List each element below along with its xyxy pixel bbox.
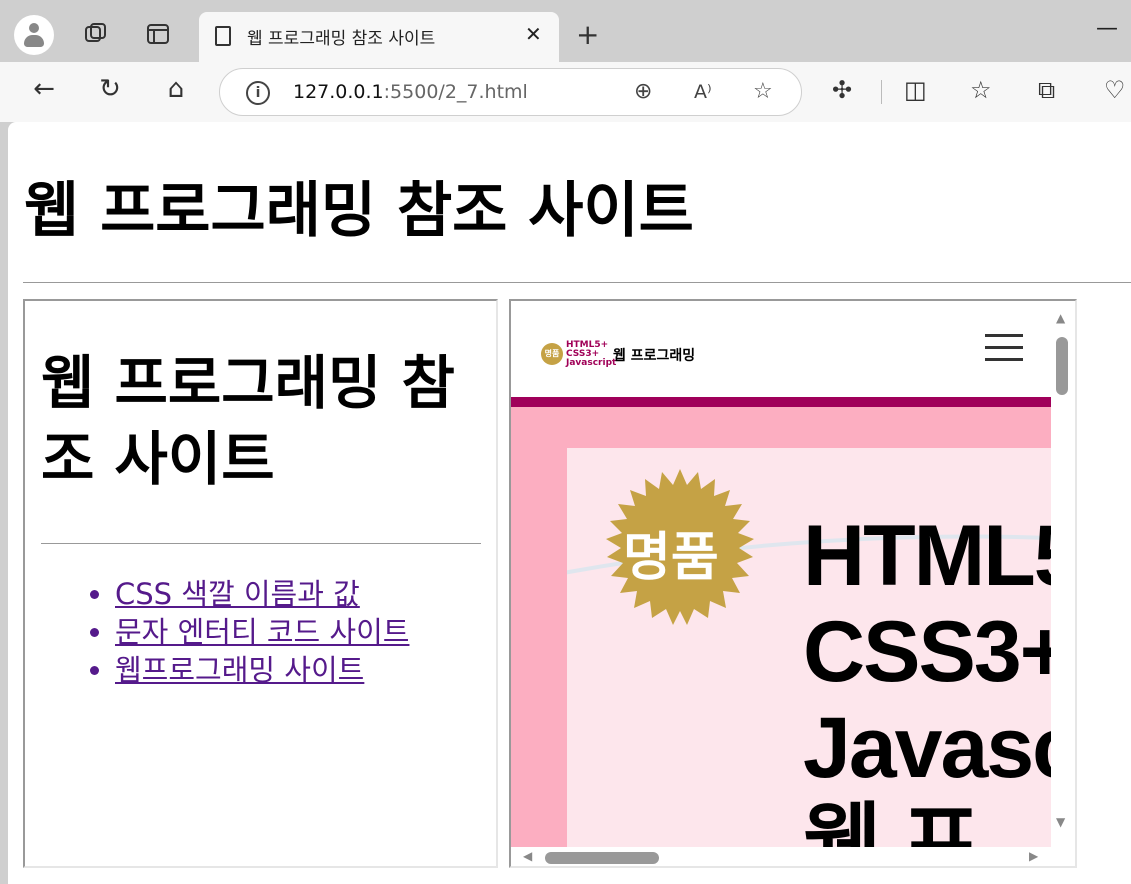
page-viewport: 웹 프로그래밍 참조 사이트 웹 프로그래밍 참조 사이트 CSS 색깔 이름과… [8, 122, 1131, 884]
embedded-site-header: 명품 HTML5+ CSS3+ Javascript 웹 프로그래밍 [511, 301, 1051, 397]
new-tab-icon[interactable]: + [576, 18, 599, 51]
minimize-icon[interactable]: — [1096, 16, 1118, 41]
url-host: 127.0.0.1 [293, 81, 384, 103]
horizontal-scrollbar[interactable]: ◀ ▶ [511, 847, 1075, 866]
link-css-colors[interactable]: CSS 색깔 이름과 값 [115, 575, 409, 613]
avatar-body [24, 35, 44, 47]
active-tab[interactable]: 웹 프로그래밍 참조 사이트 ✕ [199, 12, 559, 62]
cover-title: HTML5 CSS3+ Javasc 웹 프 [803, 508, 1051, 848]
url-text: 127.0.0.1:5500/2_7.html [293, 81, 528, 103]
read-aloud-icon[interactable]: A⁾ [694, 81, 712, 103]
toolbar-separator [881, 80, 882, 104]
scroll-down-icon[interactable]: ▼ [1056, 815, 1065, 829]
browser-essentials-icon[interactable]: ♡ [1104, 76, 1126, 104]
right-iframe[interactable]: 명품 HTML5+ CSS3+ Javascript 웹 프로그래밍 HTML5… [509, 299, 1077, 868]
vertical-scroll-thumb[interactable] [1056, 337, 1068, 395]
page-icon [215, 26, 231, 46]
seal-text: 명품 [623, 528, 719, 588]
gold-seal-icon: 명품 [597, 467, 763, 633]
home-icon[interactable]: ⌂ [158, 74, 194, 104]
left-frame-heading: 웹 프로그래밍 참조 사이트 [41, 349, 455, 493]
logo-name: 웹 프로그래밍 [613, 348, 696, 364]
avatar-head [29, 23, 39, 33]
tab-title: 웹 프로그래밍 참조 사이트 [247, 29, 436, 49]
page-title: 웹 프로그래밍 참조 사이트 [24, 176, 694, 246]
horizontal-scroll-thumb[interactable] [545, 852, 659, 864]
back-icon[interactable]: ← [26, 74, 62, 104]
link-web-programming[interactable]: 웹프로그래밍 사이트 [115, 651, 409, 689]
cover-line-1: HTML5 [803, 508, 1051, 604]
magenta-bar [511, 397, 1051, 407]
link-entity-codes[interactable]: 문자 엔터티 코드 사이트 [115, 613, 409, 651]
logo-text: HTML5+ CSS3+ Javascript [566, 341, 616, 368]
vertical-scrollbar[interactable]: ▲ ▼ [1051, 301, 1075, 847]
split-screen-icon[interactable]: ◫ [904, 76, 927, 104]
tab-strip: 웹 프로그래밍 참조 사이트 ✕ + — [0, 0, 1131, 62]
link-list: CSS 색깔 이름과 값 문자 엔터티 코드 사이트 웹프로그래밍 사이트 [115, 575, 409, 689]
scroll-right-icon[interactable]: ▶ [1029, 849, 1038, 863]
extensions-icon[interactable]: ✣ [832, 76, 852, 104]
site-info-icon[interactable]: i [246, 81, 270, 105]
browser-toolbar: ← ↻ ⌂ i 127.0.0.1:5500/2_7.html ⊕ A⁾ ☆ ✣… [0, 62, 1131, 122]
scroll-up-icon[interactable]: ▲ [1056, 311, 1065, 325]
tab-actions-icon[interactable] [138, 14, 178, 54]
profile-avatar-icon[interactable] [14, 15, 54, 55]
url-path: :5500/2_7.html [383, 81, 528, 103]
refresh-icon[interactable]: ↻ [92, 74, 128, 104]
logo-line-3: Javascript [566, 358, 617, 368]
left-frame-rule [41, 543, 481, 544]
workspaces-icon[interactable] [76, 14, 116, 54]
close-tab-icon[interactable]: ✕ [525, 22, 542, 46]
cover-line-4: 웹 프 [803, 796, 981, 848]
left-iframe: 웹 프로그래밍 참조 사이트 CSS 색깔 이름과 값 문자 엔터티 코드 사이… [23, 299, 498, 868]
address-bar[interactable]: i 127.0.0.1:5500/2_7.html ⊕ A⁾ ☆ [219, 68, 802, 116]
favorites-icon[interactable]: ☆ [970, 76, 992, 104]
collections-icon[interactable]: ⧉ [1038, 76, 1055, 104]
hamburger-menu-icon[interactable] [985, 334, 1023, 362]
scroll-left-icon[interactable]: ◀ [523, 849, 532, 863]
cover-line-2: CSS3+ [803, 604, 1051, 700]
cover-line-3: Javasc [803, 700, 1051, 796]
zoom-icon[interactable]: ⊕ [634, 79, 652, 104]
favorite-star-icon[interactable]: ☆ [753, 79, 773, 104]
horizontal-rule [23, 282, 1131, 283]
logo-badge: 명품 [541, 343, 563, 365]
